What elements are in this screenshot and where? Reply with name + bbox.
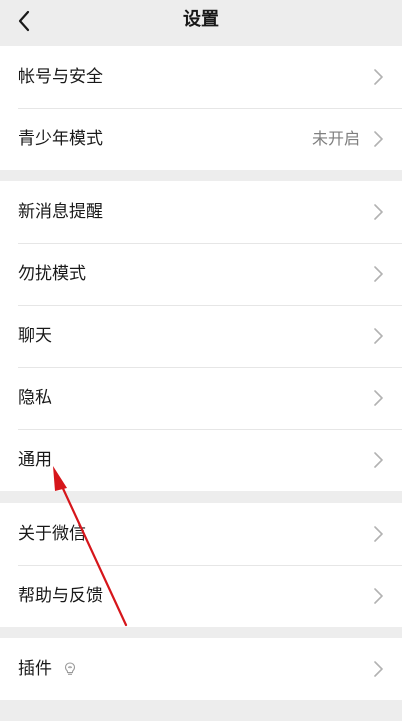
settings-item-general[interactable]: 通用 bbox=[0, 429, 402, 491]
page-title: 设置 bbox=[183, 9, 219, 30]
settings-item-chat[interactable]: 聊天 bbox=[0, 305, 402, 367]
navigation-bar: 设置 bbox=[0, 0, 402, 46]
settings-item-label: 聊天 bbox=[18, 326, 52, 346]
settings-group-account: 帐号与安全 青少年模式 未开启 bbox=[0, 46, 402, 170]
settings-item-label: 隐私 bbox=[18, 388, 52, 408]
settings-item-privacy[interactable]: 隐私 bbox=[0, 367, 402, 429]
settings-item-label: 插件 bbox=[18, 659, 52, 679]
settings-item-account-security[interactable]: 帐号与安全 bbox=[0, 46, 402, 108]
settings-item-plugins[interactable]: 插件 bbox=[0, 638, 402, 700]
settings-item-label: 新消息提醒 bbox=[18, 202, 103, 222]
settings-group-plugins: 插件 bbox=[0, 638, 402, 700]
chevron-right-icon bbox=[372, 130, 384, 148]
chevron-right-icon bbox=[372, 660, 384, 678]
settings-item-teen-mode[interactable]: 青少年模式 未开启 bbox=[0, 108, 402, 170]
settings-item-label: 关于微信 bbox=[18, 524, 86, 544]
chevron-right-icon bbox=[372, 203, 384, 221]
chevron-right-icon bbox=[372, 587, 384, 605]
chevron-right-icon bbox=[372, 68, 384, 86]
settings-item-label: 通用 bbox=[18, 450, 52, 470]
settings-item-notifications[interactable]: 新消息提醒 bbox=[0, 181, 402, 243]
settings-item-label: 勿扰模式 bbox=[18, 264, 86, 284]
teen-mode-status: 未开启 bbox=[311, 129, 360, 148]
lightbulb-icon bbox=[63, 661, 77, 677]
chevron-right-icon bbox=[372, 525, 384, 543]
settings-group-general: 新消息提醒 勿扰模式 聊天 隐私 通用 bbox=[0, 181, 402, 491]
settings-item-do-not-disturb[interactable]: 勿扰模式 bbox=[0, 243, 402, 305]
settings-item-label: 帮助与反馈 bbox=[18, 586, 103, 606]
chevron-right-icon bbox=[372, 327, 384, 345]
settings-item-about-wechat[interactable]: 关于微信 bbox=[0, 503, 402, 565]
chevron-right-icon bbox=[372, 451, 384, 469]
chevron-right-icon bbox=[372, 265, 384, 283]
settings-group-about: 关于微信 帮助与反馈 bbox=[0, 503, 402, 627]
settings-item-label: 帐号与安全 bbox=[18, 67, 103, 87]
settings-item-help-feedback[interactable]: 帮助与反馈 bbox=[0, 565, 402, 627]
settings-item-label: 青少年模式 bbox=[18, 129, 103, 149]
chevron-right-icon bbox=[372, 389, 384, 407]
